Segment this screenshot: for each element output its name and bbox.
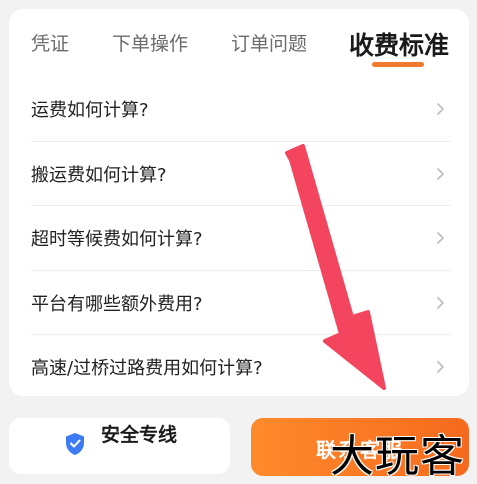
tab-order-issues[interactable]: 订单问题: [231, 29, 307, 56]
tab-pricing[interactable]: 收费标准: [349, 26, 449, 62]
chevron-right-icon: [437, 167, 444, 180]
tab-voucher[interactable]: 凭证: [31, 29, 69, 56]
faq-item-waiting-fee[interactable]: 超时等候费如何计算?: [9, 206, 469, 271]
faq-item-label: 超时等候费如何计算?: [31, 229, 203, 251]
faq-card: 凭证 下单操作 订单问题 收费标准 运费如何计算? 搬运费如何计算? 超时等候费…: [9, 9, 469, 396]
faq-item-extra-fees[interactable]: 平台有哪些额外费用?: [9, 271, 469, 335]
faq-item-toll-fees[interactable]: 高速/过桥过路费用如何计算?: [9, 335, 469, 396]
watermark-text: 大玩客: [330, 431, 465, 482]
faq-item-label: 平台有哪些额外费用?: [31, 293, 203, 315]
faq-item-moving-fee[interactable]: 搬运费如何计算?: [9, 142, 469, 206]
active-tab-indicator: [372, 62, 424, 67]
chevron-right-icon: [437, 103, 444, 116]
tab-ordering[interactable]: 下单操作: [112, 29, 188, 56]
faq-list: 运费如何计算? 搬运费如何计算? 超时等候费如何计算? 平台有哪些额外费用? 高…: [9, 77, 469, 396]
safety-line-label: 安全专线: [101, 424, 178, 446]
chevron-right-icon: [437, 232, 444, 245]
faq-item-freight[interactable]: 运费如何计算?: [9, 77, 469, 142]
chevron-right-icon: [437, 296, 444, 309]
category-tabs: 凭证 下单操作 订单问题 收费标准: [9, 9, 469, 73]
faq-item-label: 搬运费如何计算?: [31, 164, 167, 186]
shield-icon: [66, 433, 84, 455]
faq-item-label: 运费如何计算?: [31, 100, 149, 122]
safety-line-button[interactable]: 安全专线: [9, 418, 230, 474]
chevron-right-icon: [437, 361, 444, 374]
faq-item-label: 高速/过桥过路费用如何计算?: [31, 358, 263, 380]
